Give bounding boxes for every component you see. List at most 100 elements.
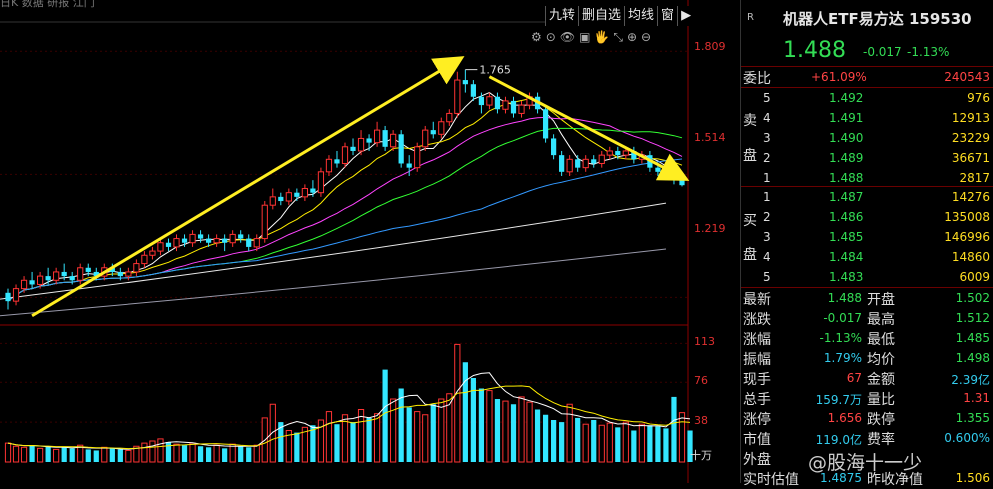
volume-bar: [141, 442, 148, 463]
window-button[interactable]: 窗: [657, 6, 677, 26]
chart-tool-icons: ⚙ ⊙ 👁 ▣ 🖐 ⤡ ⊕ ⊖: [531, 30, 651, 45]
level-price: 1.491: [829, 111, 864, 125]
sell-level-row: 4 1.491 12913: [741, 108, 993, 128]
stat-row: 总手 159.7万 量比 1.31: [741, 388, 993, 408]
volume-bar: [173, 443, 180, 463]
stat-row: 最新 1.488 开盘 1.502: [741, 288, 993, 308]
level-price: 1.492: [829, 91, 864, 105]
resize-icon[interactable]: ⤡: [613, 30, 623, 45]
volume-bar: [269, 403, 276, 463]
weibi-value: 240543: [944, 70, 990, 84]
stat-label: 开盘: [867, 292, 895, 308]
candle-body: [133, 263, 140, 273]
volume-bar: [222, 448, 228, 462]
zoom-in-icon[interactable]: ⊕: [627, 30, 637, 45]
volume-bar: [61, 447, 67, 462]
weibi-row: 委比 +61.09% 240543: [741, 67, 993, 87]
price-tick-label: 1.514: [694, 131, 726, 144]
stat-label: 最新: [743, 292, 771, 308]
volume-bar: [406, 407, 412, 462]
candle-body: [663, 171, 669, 176]
volume-bar: [36, 447, 44, 463]
level-number: 2: [763, 151, 771, 165]
volume-bar: [373, 413, 381, 463]
candle-body: [141, 254, 148, 265]
jiuzhuan-button[interactable]: 九转: [545, 6, 578, 26]
buy-label-1: 买: [743, 213, 757, 229]
kline-chart-area[interactable]: 日K 数据 研报 江门 1.765 九转 删自选 均线 窗 ▶ ⚙ ⊙ 👁 ▣ …: [0, 0, 740, 483]
eye-icon[interactable]: 👁: [560, 30, 575, 45]
volume-bar: [551, 420, 557, 462]
candle-body: [566, 158, 573, 173]
buy-level-row: 2 1.486 135008: [741, 207, 993, 227]
candle-body: [253, 238, 260, 248]
kline-chart-svg[interactable]: 1.765: [0, 0, 740, 483]
candle-body: [606, 150, 613, 156]
price-tick-label: 1.809: [694, 40, 726, 53]
candle-body: [398, 134, 404, 164]
buy-level-row: 1 1.487 14276: [741, 187, 993, 207]
volume-bar: [149, 440, 156, 463]
candle-body: [390, 133, 397, 148]
volume-bar: [454, 343, 461, 463]
candle-body: [269, 196, 276, 206]
candle-body: [373, 129, 381, 144]
level-volume: 23229: [951, 131, 990, 145]
stat-row: 涨停 1.656 跌停 1.355: [741, 408, 993, 428]
stat-value: 1.488: [827, 291, 862, 305]
candle-body: [551, 138, 557, 156]
zoom-out-icon[interactable]: ⊖: [641, 30, 651, 45]
chart-toolbar: 九转 删自选 均线 窗 ▶: [545, 6, 695, 26]
stat-value: 67: [846, 371, 862, 385]
candle-body: [117, 271, 123, 277]
buy-level-row: 4 1.484 14860: [741, 247, 993, 267]
volume-bar: [655, 426, 661, 462]
settings-icon[interactable]: ⚙: [531, 30, 542, 45]
candle-body: [285, 192, 292, 202]
volume-tick-label: 38: [694, 414, 708, 427]
stat-label: 实时估值: [743, 472, 799, 488]
volume-bar: [478, 388, 485, 462]
volume-bar: [294, 432, 300, 462]
level-price: 1.489: [829, 151, 864, 165]
stat-label: 最低: [867, 332, 895, 348]
volume-bar: [69, 448, 75, 462]
level-price: 1.488: [829, 171, 864, 185]
level-number: 4: [763, 111, 771, 125]
candle-body: [12, 288, 20, 302]
screen-icon[interactable]: ▣: [579, 30, 590, 45]
candle-body: [446, 112, 453, 123]
volume-bar: [486, 390, 493, 463]
volume-bar: [382, 369, 388, 462]
level-price: 1.485: [829, 230, 864, 244]
candle-body: [406, 163, 412, 168]
stat-value: -0.017: [823, 311, 862, 325]
candle-body: [222, 238, 228, 243]
stat-value: 119.0亿: [815, 433, 862, 447]
quote-panel: R 机器人ETF易方达 159530 1.488 -0.017 -1.13% 委…: [740, 0, 993, 488]
volume-bar: [12, 445, 20, 463]
volume-bar: [430, 404, 436, 462]
volume-bar: [93, 450, 99, 462]
moving-average-button[interactable]: 均线: [624, 6, 657, 26]
level-number: 5: [763, 91, 771, 105]
level-volume: 6009: [959, 270, 990, 284]
candle-body: [149, 250, 156, 256]
volume-bar: [598, 424, 605, 463]
expand-right-icon[interactable]: ▶: [677, 6, 694, 26]
volume-bar: [85, 449, 91, 462]
volume-tick-label: 76: [694, 374, 708, 387]
candle-body: [494, 96, 501, 110]
stat-label: 最高: [867, 312, 895, 328]
sell-level-row: 2 1.489 36671: [741, 148, 993, 168]
candle-body: [53, 271, 60, 281]
volume-bar: [238, 446, 244, 462]
stat-row: 市值 119.0亿 费率 0.600%: [741, 428, 993, 448]
hand-icon[interactable]: 🖐: [594, 30, 609, 45]
volume-bar: [591, 420, 597, 462]
delete-watchlist-button[interactable]: 删自选: [578, 6, 624, 26]
candle-body: [278, 196, 284, 202]
candle-body: [478, 96, 485, 106]
target-icon[interactable]: ⊙: [546, 30, 556, 45]
volume-bar: [663, 428, 669, 462]
